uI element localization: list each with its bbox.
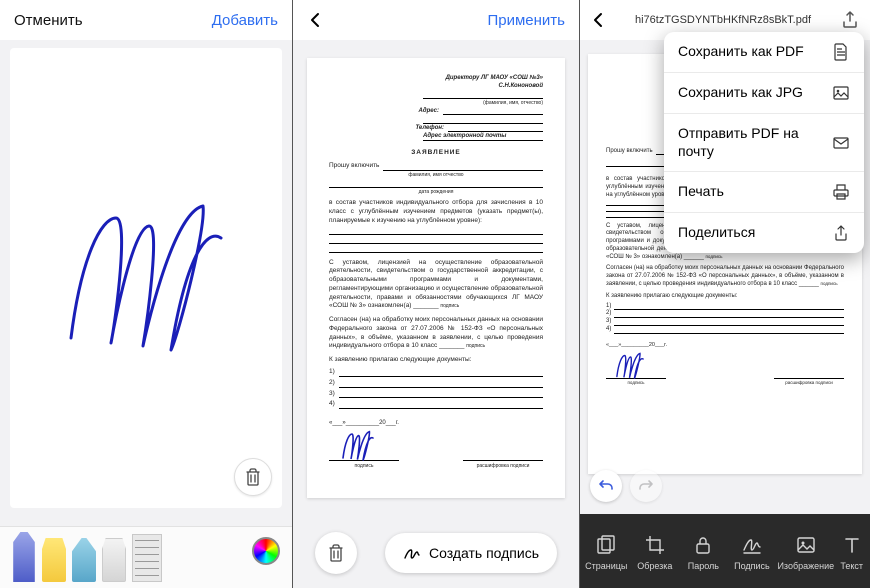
delete-signature-button[interactable] xyxy=(234,458,272,496)
bottom-actions: Создать подпись xyxy=(293,532,579,574)
viewer-panel: hi76tzTGSDYNTbHKfNRz8sBkT.pdf Сохранить … xyxy=(580,0,870,588)
ruler-tool[interactable] xyxy=(132,534,162,582)
delete-button[interactable] xyxy=(315,532,357,574)
signature-drawing xyxy=(61,198,231,358)
image-icon xyxy=(795,534,817,556)
undo-button[interactable] xyxy=(590,470,622,502)
menu-save-jpg[interactable]: Сохранить как JPG xyxy=(664,73,864,114)
filename-label: hi76tzTGSDYNTbHKfNRz8sBkT.pdf xyxy=(614,14,832,26)
header: Применить xyxy=(293,0,579,40)
back-button[interactable] xyxy=(307,12,323,28)
crop-icon xyxy=(644,534,666,556)
apply-button[interactable]: Применить xyxy=(487,12,565,29)
export-menu: Сохранить как PDF Сохранить как JPG Отпр… xyxy=(664,32,864,253)
placed-signature xyxy=(610,352,650,380)
add-button[interactable]: Добавить xyxy=(212,12,278,29)
mail-icon xyxy=(832,134,850,152)
redo-button[interactable] xyxy=(630,470,662,502)
highlighter-tool[interactable] xyxy=(42,538,66,582)
eraser-tool[interactable] xyxy=(102,538,126,582)
print-icon xyxy=(832,183,850,201)
bottom-toolbar: Страницы Обрезка Пароль Подпись Изображе… xyxy=(580,514,870,588)
menu-send-mail[interactable]: Отправить PDF на почту xyxy=(664,114,864,172)
pen-tool[interactable] xyxy=(12,532,36,582)
cancel-button[interactable]: Отменить xyxy=(14,12,83,29)
toolbar-sign[interactable]: Подпись xyxy=(729,534,775,571)
color-picker[interactable] xyxy=(252,537,280,565)
toolbar-image[interactable]: Изображение xyxy=(777,534,834,571)
menu-save-pdf[interactable]: Сохранить как PDF xyxy=(664,32,864,73)
pages-icon xyxy=(595,534,617,556)
menu-share[interactable]: Поделиться xyxy=(664,213,864,253)
toolbar-password[interactable]: Пароль xyxy=(680,534,726,571)
placed-signature xyxy=(335,430,381,462)
pencil-tool[interactable] xyxy=(72,538,96,582)
toolbar-text[interactable]: Текст xyxy=(837,534,867,571)
signature-canvas[interactable] xyxy=(10,48,282,508)
undo-icon xyxy=(598,478,614,494)
share-icon xyxy=(832,224,850,242)
apply-panel: Применить Директору ЛГ МАОУ «СОШ №3» С.Н… xyxy=(293,0,580,588)
trash-icon xyxy=(245,468,261,486)
export-button[interactable] xyxy=(840,10,860,30)
menu-print[interactable]: Печать xyxy=(664,172,864,213)
document-page[interactable]: Директору ЛГ МАОУ «СОШ №3» С.Н.Кононовой… xyxy=(307,58,565,498)
signature-panel: Отменить Добавить xyxy=(0,0,293,588)
toolbar-crop[interactable]: Обрезка xyxy=(632,534,678,571)
lock-icon xyxy=(692,534,714,556)
header: Отменить Добавить xyxy=(0,0,292,40)
trash-icon xyxy=(328,544,344,562)
signature-icon xyxy=(403,544,421,562)
text-icon xyxy=(841,534,863,556)
file-pdf-icon xyxy=(832,43,850,61)
create-signature-button[interactable]: Создать подпись xyxy=(385,533,557,573)
undo-redo-bar xyxy=(590,470,662,502)
back-button[interactable] xyxy=(590,12,606,28)
toolbar-pages[interactable]: Страницы xyxy=(583,534,629,571)
image-icon xyxy=(832,84,850,102)
tool-bar xyxy=(0,526,292,588)
signature-icon xyxy=(741,534,763,556)
redo-icon xyxy=(638,478,654,494)
